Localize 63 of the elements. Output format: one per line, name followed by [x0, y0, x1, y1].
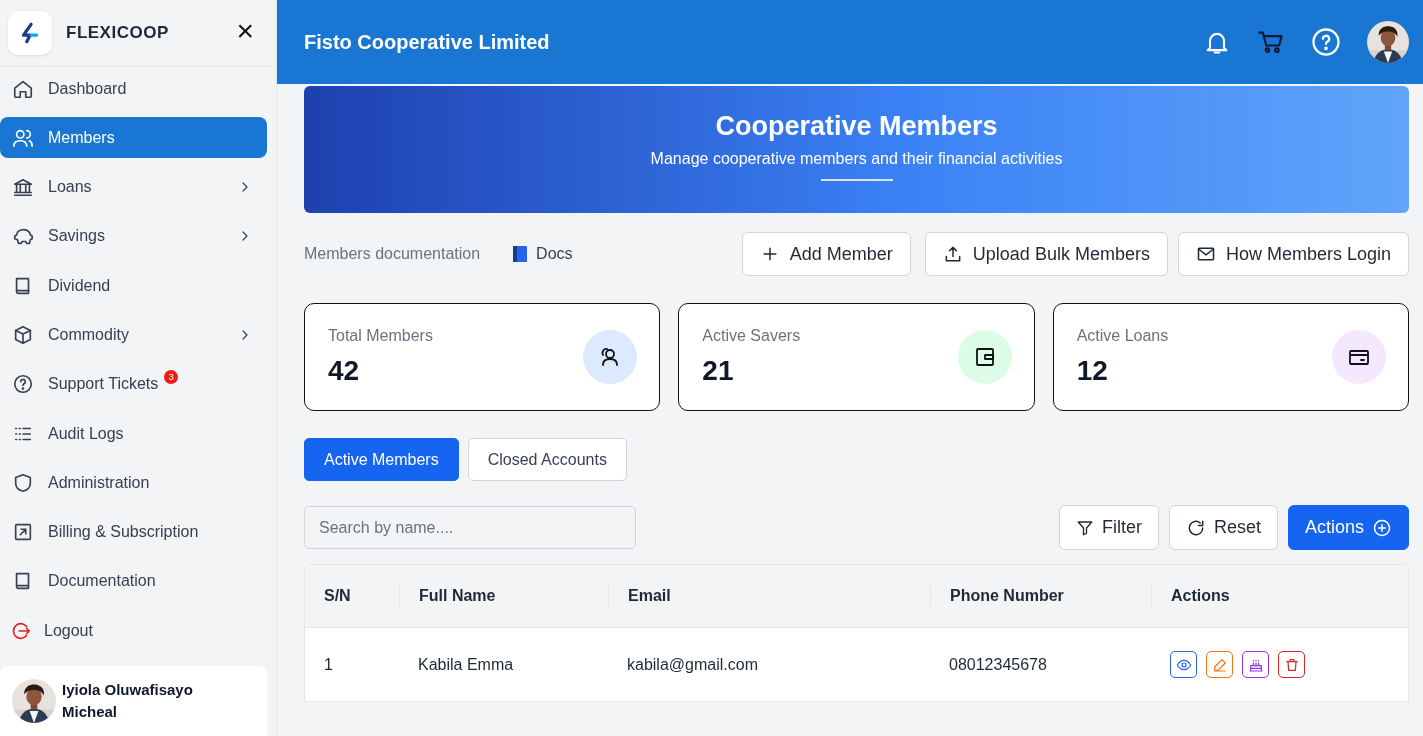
trash-icon [1283, 656, 1300, 673]
sidebar-item[interactable]: Administration [0, 462, 267, 504]
sidebar-item[interactable]: Logout [0, 610, 267, 652]
box-icon [12, 324, 34, 346]
column-header: Actions [1151, 585, 1408, 607]
table-cell-text: 1 [323, 655, 334, 674]
toolbar-button[interactable]: Add Member [741, 232, 911, 276]
column-header: Full Name [399, 585, 608, 607]
plus-circle-icon [1372, 517, 1392, 538]
filter-icon [1075, 518, 1094, 537]
sidebar-item[interactable]: Audit Logs [0, 413, 267, 455]
delete-button[interactable] [1278, 651, 1305, 678]
stat-label: Active Savers [702, 327, 801, 345]
column-header: Phone Number [930, 585, 1151, 607]
toolbar-button[interactable]: How Members Login [1177, 232, 1409, 276]
sidebar-item[interactable]: Loans [0, 166, 267, 208]
stat-label: Total Members [328, 327, 433, 345]
tab[interactable]: Closed Accounts [467, 438, 627, 481]
column-header: Email [608, 585, 930, 607]
tab[interactable]: Active Members [304, 438, 459, 481]
brand-name: FLEXICOOP [66, 23, 170, 43]
book-icon [512, 245, 529, 263]
user-card[interactable]: Iyiola Oluwafisayo Micheal [0, 666, 267, 736]
mail-icon [1195, 244, 1216, 264]
docs-link[interactable]: Docs [512, 245, 573, 263]
sidebar-item[interactable]: Savings [0, 215, 267, 257]
sidebar-item[interactable]: Members [0, 117, 267, 159]
page-subtitle: Manage cooperative members and their financial activities [650, 149, 1063, 168]
close-button[interactable]: × [236, 16, 268, 50]
view-button[interactable] [1170, 651, 1197, 678]
stat-value: 42 [328, 355, 361, 387]
stat-label: Active Loans [1076, 327, 1169, 345]
stat-value: 21 [702, 355, 735, 387]
help-icon [12, 373, 34, 396]
filter-button[interactable]: Filter [1058, 505, 1159, 550]
help-button[interactable] [1311, 27, 1341, 57]
bank-icon [12, 176, 34, 199]
column-header: S/N [323, 586, 352, 606]
sidebar-item[interactable]: Billing & Subscription [0, 511, 267, 553]
docs-label: Members documentation [304, 245, 481, 263]
help-icon [1311, 27, 1341, 57]
sidebar-item[interactable]: Commodity [0, 314, 267, 356]
user-name: Iyiola Oluwafisayo Micheal [62, 680, 194, 722]
stat-value: 12 [1076, 355, 1109, 387]
table-cell-text: 08012345678 [948, 655, 1048, 674]
edit-button[interactable] [1206, 651, 1233, 678]
reset-button[interactable]: Reset [1168, 505, 1278, 550]
actions-button[interactable]: Actions [1287, 505, 1409, 550]
sidebar-item[interactable]: Documentation [0, 560, 267, 602]
toolbar-button[interactable]: Upload Bulk Members [924, 232, 1168, 276]
profile-avatar[interactable] [1367, 21, 1409, 63]
sidebar-item[interactable]: Support Tickets 3 [0, 363, 267, 405]
sidebar-item[interactable]: Dashboard [0, 68, 267, 109]
pencil-icon [1211, 656, 1228, 673]
count-badge: 3 [164, 370, 179, 385]
organization-name: Fisto Cooperative Limited [304, 30, 551, 54]
shield-icon [12, 471, 34, 494]
table-cell-text: Kabila Emma [417, 655, 515, 674]
search-field[interactable]: Search by name.... [304, 506, 636, 549]
cake-button[interactable] [1242, 651, 1269, 678]
page-title: Cooperative Members [715, 110, 998, 142]
table-cell-text: kabila@gmail.com [626, 655, 759, 674]
sidebar-item[interactable]: Dividend [0, 265, 267, 307]
